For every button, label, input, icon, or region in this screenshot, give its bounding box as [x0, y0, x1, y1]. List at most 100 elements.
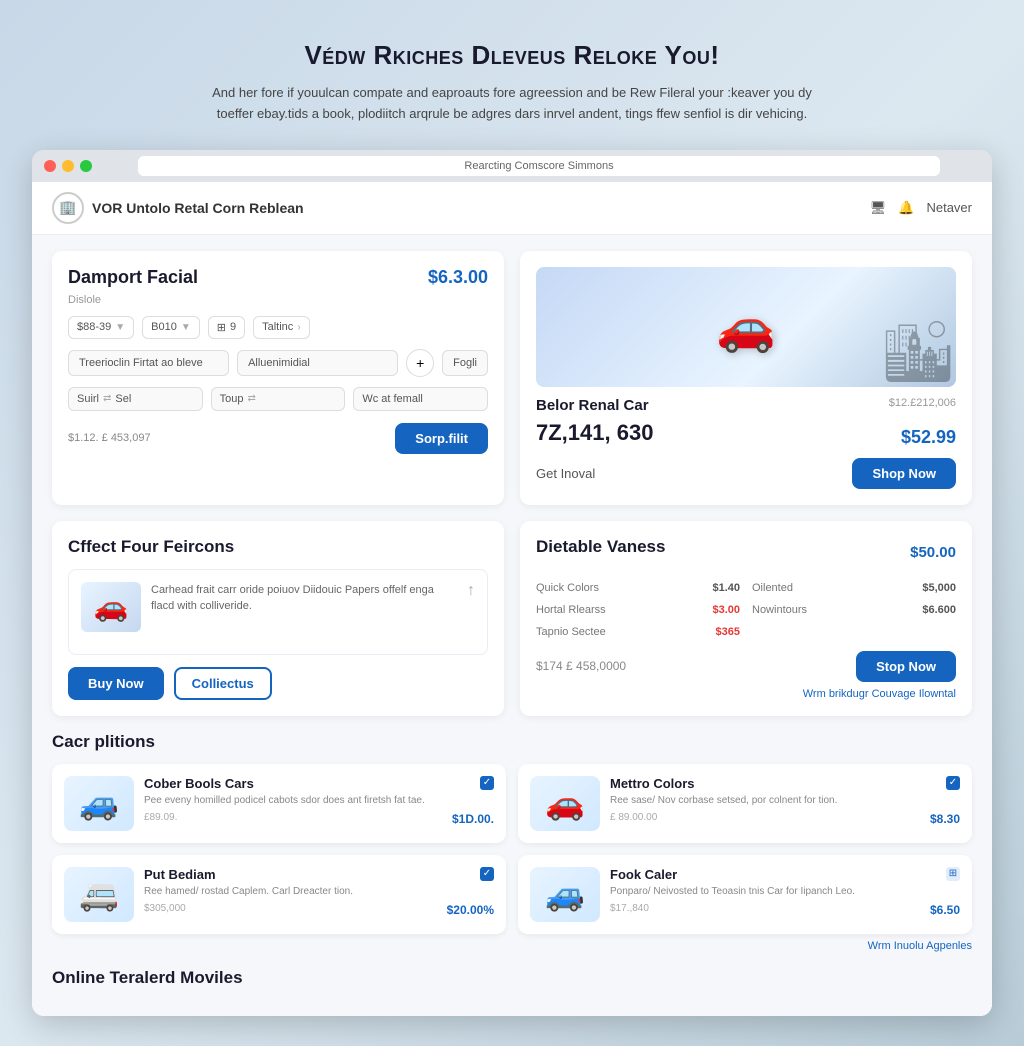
- close-dot[interactable]: [44, 160, 56, 172]
- browser-titlebar: Rearcting Comscore Simmons: [32, 150, 992, 182]
- maximize-dot[interactable]: [80, 160, 92, 172]
- price-total-text: $174 £ 458,0000: [536, 659, 626, 673]
- filter-count-icon: ⊞: [217, 321, 226, 334]
- city-icon: 🏙: [880, 316, 956, 387]
- listing-info-2: Mettro Colors ✓ Ree sase/ Nov corbase se…: [610, 776, 960, 831]
- search-input-3[interactable]: Fogli: [442, 350, 488, 376]
- nav-bell-icon[interactable]: 🔔: [898, 200, 914, 216]
- listing-price-row-4: $17.,840 $6.50: [610, 903, 960, 917]
- nav-monitor-icon[interactable]: 🖥: [870, 200, 887, 216]
- chevron-down-icon: ▼: [115, 322, 125, 333]
- site-nav: 🖥 🔔 Netaver: [870, 200, 972, 216]
- listing-checkbox-4[interactable]: ⊞: [946, 867, 960, 881]
- listing-checkbox-1[interactable]: ✓: [480, 776, 494, 790]
- price-table-card: Dietable Vaness $50.00 Quick Colors $1.4…: [520, 521, 972, 716]
- logo-text: VOR Untolo Retal Corn Reblean: [92, 200, 304, 216]
- listing-info-3: Put Bediam ✓ Ree hamed/ rostad Caplem. C…: [144, 867, 494, 922]
- page-subtitle: And her fore if youulcan compate and eap…: [212, 83, 812, 125]
- url-bar[interactable]: Rearcting Comscore Simmons: [138, 156, 940, 176]
- shop-now-button[interactable]: Shop Now: [852, 458, 956, 489]
- listing-name-3: Put Bediam: [144, 867, 216, 882]
- input1-text: Treerioclin Firtat ao bleve: [79, 357, 203, 369]
- listings-section: Cacr plitions 🚙 Cober Bools Cars ✓ Pee e…: [52, 732, 972, 952]
- listing-desc-1: Pee eveny homilled podicel cabots sdor d…: [144, 794, 494, 808]
- input3-text: Fogli: [453, 357, 477, 369]
- price-footer: $174 £ 458,0000 Stop Now: [536, 651, 956, 682]
- price-label-2: Hortal Rlearss: [536, 604, 606, 616]
- listing-name-4: Fook Caler: [610, 867, 677, 882]
- price-amount-2: $3.00: [712, 604, 740, 616]
- filter-type[interactable]: B010 ▼: [142, 316, 200, 339]
- listing-price-row-2: £ 89.00.00 $8.30: [610, 812, 960, 826]
- price-label-oilented: Oilented: [752, 582, 793, 594]
- price-row-2: Hortal Rlearss $3.00: [536, 601, 740, 619]
- search-input-1[interactable]: Treerioclin Firtat ao bleve: [68, 350, 229, 376]
- listing-new-price-2: $8.30: [930, 812, 960, 826]
- page-title: Védw Rkiches Dleveus Reloke You!: [60, 40, 964, 71]
- buy-now-button[interactable]: Buy Now: [68, 667, 164, 700]
- search-card-subtitle: Dislole: [68, 294, 488, 306]
- input2-text: Alluenimidial: [248, 357, 310, 369]
- listings-title: Cacr plitions: [52, 732, 972, 752]
- price-table-total-header: $50.00: [910, 544, 956, 561]
- filter-count-label: 9: [230, 321, 236, 333]
- listing-name-1: Cober Bools Cars: [144, 776, 254, 791]
- bottom-section: Online Teralerd Moviles: [52, 968, 972, 988]
- nav-user[interactable]: Netaver: [926, 200, 972, 215]
- listing-desc-3: Ree hamed/ rostad Caplem. Carl Dreacter …: [144, 885, 494, 899]
- search-card: Damport Facial $6.3.00 Dislole $88-39 ▼ …: [52, 251, 504, 505]
- listing-name-2: Mettro Colors: [610, 776, 695, 791]
- listing-thumb-2: 🚗: [530, 776, 600, 831]
- mini1-text: Suirl: [77, 393, 99, 405]
- offer-thumbnail: 🚗: [81, 582, 141, 632]
- search-button[interactable]: Sorp.filit: [395, 423, 488, 454]
- listing-info-4: Fook Caler ⊞ Ponparo/ Neivosted to Teoas…: [610, 867, 960, 922]
- featured-car-card: 🚗 🏙 Belor Renal Car $12.£212,006 7Z,141,…: [520, 251, 972, 505]
- listing-thumb-4: 🚙: [530, 867, 600, 922]
- stop-now-button[interactable]: Stop Now: [856, 651, 956, 682]
- top-grid: Damport Facial $6.3.00 Dislole $88-39 ▼ …: [52, 251, 972, 505]
- offer-expand-icon[interactable]: ↑: [467, 582, 475, 600]
- url-text: Rearcting Comscore Simmons: [464, 160, 613, 172]
- featured-car-id: $12.£212,006: [889, 397, 956, 409]
- price-label-1: Quick Colors: [536, 582, 599, 594]
- collect-button[interactable]: Colliectus: [174, 667, 272, 700]
- listing-new-price-3: $20.00%: [447, 903, 494, 917]
- see-all-listings-link[interactable]: Wrm Inuolu Agpenles: [52, 940, 972, 952]
- filter-count[interactable]: ⊞ 9: [208, 316, 245, 339]
- filter-option-label: Taltinc: [262, 321, 293, 333]
- filter-option[interactable]: Taltinc ›: [253, 316, 310, 339]
- search-card-title: Damport Facial: [68, 267, 198, 288]
- search-input-2[interactable]: Alluenimidial: [237, 350, 398, 376]
- mini3-text: Wc at femall: [362, 393, 423, 405]
- car-icon: 🚗: [716, 298, 776, 355]
- listing-old-price-2: £ 89.00.00: [610, 812, 657, 826]
- mini-input-2[interactable]: Toup ⇄: [211, 387, 346, 411]
- listing-old-price-3: $305,000: [144, 903, 186, 917]
- featured-car-title: Belor Renal Car: [536, 397, 649, 414]
- price-table-rows: Quick Colors $1.40 Oilented $5,000 Horta…: [536, 579, 956, 641]
- listing-old-price-1: £89.09.: [144, 812, 177, 826]
- filter-price-label: $88-39: [77, 321, 111, 333]
- price-more-link[interactable]: Wrm brikdugr Couvage Ilowntal: [536, 688, 956, 700]
- price-amount-1: $1.40: [712, 582, 740, 594]
- filter-price[interactable]: $88-39 ▼: [68, 316, 134, 339]
- add-icon[interactable]: +: [406, 349, 434, 377]
- featured-price-blue: $52.99: [901, 427, 956, 448]
- featured-price-big: 7Z,141, 630: [536, 420, 653, 446]
- listing-checkbox-3[interactable]: ✓: [480, 867, 494, 881]
- mini-input-3[interactable]: Wc at femall: [353, 387, 488, 411]
- price-amount-3: $365: [716, 626, 740, 638]
- search-footer: $1.12. £ 453,097 Sorp.filit: [68, 423, 488, 454]
- price-amount-nowintours: $6.600: [922, 604, 956, 616]
- price-row-oilented: Oilented $5,000: [752, 579, 956, 597]
- mini-input-1[interactable]: Suirl ⇄ Sel: [68, 387, 203, 411]
- listing-checkbox-2[interactable]: ✓: [946, 776, 960, 790]
- listing-desc-2: Ree sase/ Nov corbase setsed, por colnen…: [610, 794, 960, 808]
- listings-grid: 🚙 Cober Bools Cars ✓ Pee eveny homilled …: [52, 764, 972, 934]
- browser-window: Rearcting Comscore Simmons 🏢 VOR Untolo …: [32, 150, 992, 1016]
- offer-card: Cffect Four Feircons 🚗 Carhead frait car…: [52, 521, 504, 716]
- price-row-nowintours: Nowintours $6.600: [752, 601, 956, 619]
- minimize-dot[interactable]: [62, 160, 74, 172]
- price-table-title: Dietable Vaness: [536, 537, 665, 557]
